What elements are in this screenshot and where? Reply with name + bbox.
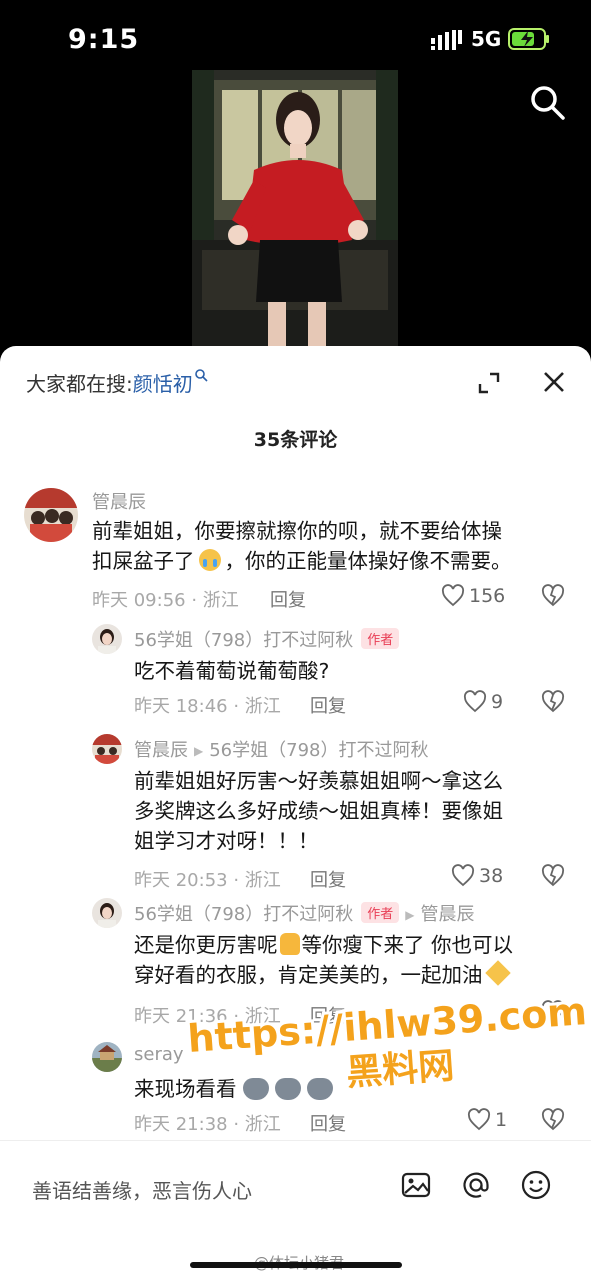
reply-to-username: 管晨辰 xyxy=(420,904,475,925)
comment-text: 还是你更厉害呢 等你瘦下来了 你也可以 穿好看的衣服，肯定美美的，一起加油 xyxy=(134,930,513,990)
status-time: 9:15 xyxy=(68,24,140,55)
comment-text: 吃不着葡萄说葡萄酸? xyxy=(134,659,330,683)
reply-button[interactable]: 回复 xyxy=(270,586,306,612)
comment-count: 35条评论 xyxy=(253,429,338,451)
heart-icon xyxy=(451,864,475,887)
like-button[interactable]: 9 xyxy=(463,690,503,714)
broken-heart-icon[interactable] xyxy=(541,1108,565,1132)
comment-text: 前辈姐姐，你要擦就擦你的呗，就不要给体操 扣屎盆子了 ，你的正能量体操好像不需要。 xyxy=(92,516,512,576)
avatar[interactable] xyxy=(92,624,122,654)
comment-text-part: 等你瘦下来了 你也可以 xyxy=(301,933,514,957)
comment-meta: 昨天 21:38 · 浙江 xyxy=(134,1114,281,1135)
thumbs-up-emoji-icon xyxy=(279,933,300,955)
avatar[interactable] xyxy=(92,898,122,928)
reply-button[interactable]: 回复 xyxy=(310,1002,346,1028)
comment-username[interactable]: 管晨辰 ▶ 56学姐（798）打不过阿秋 xyxy=(134,736,429,762)
husky-emoji-icon xyxy=(242,1078,269,1100)
comment-text-line: 多奖牌这么多好成绩～姐姐真棒！要像姐 xyxy=(134,799,503,823)
like-count: 156 xyxy=(469,585,506,607)
expand-icon[interactable] xyxy=(476,370,502,396)
broken-heart-icon[interactable] xyxy=(541,584,565,608)
comment-username[interactable]: 56学姐（798）打不过阿秋 作者 xyxy=(134,626,400,652)
comment-meta: 昨天 18:46 · 浙江 xyxy=(134,696,281,717)
comment-text-line: 前辈姐姐，你要擦就擦你的呗，就不要给体操 xyxy=(92,519,502,543)
search-icon[interactable] xyxy=(527,82,567,122)
reply-button[interactable]: 回复 xyxy=(310,866,346,892)
reply-button[interactable]: 回复 xyxy=(310,692,346,718)
trending-search-prefix: 大家都在搜: xyxy=(26,372,133,396)
network-label: 5G xyxy=(471,27,502,51)
husky-emoji-icon xyxy=(306,1078,333,1100)
comment-text-part: 还是你更厉害呢 xyxy=(134,933,278,957)
husky-emoji-icon xyxy=(274,1078,301,1100)
video-frame[interactable] xyxy=(192,70,398,350)
like-button[interactable]: 38 xyxy=(451,864,503,888)
comment-input-bar: 善语结善缘，恶言伤人心 xyxy=(0,1140,591,1230)
reply-button[interactable]: 回复 xyxy=(310,1110,346,1136)
mini-search-icon xyxy=(194,369,208,382)
comment-text-line: 扣屎盆子了 ，你的正能量体操好像不需要。 xyxy=(92,546,512,576)
comment-meta: 昨天 09:56 · 浙江 xyxy=(92,590,239,611)
reply-arrow-icon: ▶ xyxy=(194,744,204,758)
status-bar: 9:15 5G xyxy=(0,0,591,80)
author-badge: 作者 xyxy=(361,902,400,923)
broken-heart-icon[interactable] xyxy=(541,864,565,888)
heart-icon xyxy=(441,584,465,607)
trending-search-term[interactable]: 颜恬初 xyxy=(133,372,193,396)
comment-username[interactable]: seray xyxy=(134,1044,184,1065)
username-text: 56学姐（798）打不过阿秋 xyxy=(134,904,354,925)
comment-text-part: 穿好看的衣服，肯定美美的，一起加油 xyxy=(134,963,483,987)
avatar[interactable] xyxy=(24,488,78,542)
broken-heart-icon[interactable] xyxy=(541,690,565,714)
signal-icon xyxy=(431,30,462,50)
comment-text: 前辈姐姐好厉害～好羡慕姐姐啊～拿这么 多奖牌这么多好成绩～姐姐真棒！要像姐 姐学… xyxy=(134,766,503,856)
avatar[interactable] xyxy=(92,734,122,764)
broken-heart-icon[interactable] xyxy=(541,1000,565,1024)
sparkle-emoji-icon xyxy=(484,960,511,986)
like-count: 38 xyxy=(479,865,504,887)
comment-meta: 昨天 21:36 · 浙江 xyxy=(134,1006,281,1027)
comment-text-line: 姐学习才对呀！！！ xyxy=(134,829,319,853)
like-button[interactable]: 1 xyxy=(467,1108,507,1132)
emoji-icon[interactable] xyxy=(520,1169,552,1201)
like-count: 9 xyxy=(491,691,504,713)
heart-icon xyxy=(467,1108,491,1131)
username-text: 56学姐（798）打不过阿秋 xyxy=(134,630,354,651)
comment-text-part: 来现场看看 xyxy=(134,1077,237,1101)
comment-input[interactable]: 善语结善缘，恶言伤人心 xyxy=(32,1175,252,1204)
comment-username[interactable]: 管晨辰 xyxy=(92,488,146,514)
mention-icon[interactable] xyxy=(460,1169,492,1201)
trending-search[interactable]: 大家都在搜:颜恬初 xyxy=(26,368,208,397)
reply-to-username: 56学姐（798）打不过阿秋 xyxy=(209,740,429,761)
image-icon[interactable] xyxy=(400,1169,432,1201)
comment-meta: 昨天 20:53 · 浙江 xyxy=(134,870,281,891)
like-count: 1 xyxy=(495,1109,508,1131)
comment-username[interactable]: 56学姐（798）打不过阿秋 作者 ▶ 管晨辰 xyxy=(134,900,475,926)
home-indicator[interactable] xyxy=(190,1262,402,1268)
comment-text-part: 扣屎盆子了 xyxy=(92,549,195,573)
username-text: 管晨辰 xyxy=(134,740,188,761)
author-badge: 作者 xyxy=(361,628,400,649)
comment-text-line: 还是你更厉害呢 等你瘦下来了 你也可以 xyxy=(134,930,513,960)
crying-emoji-icon xyxy=(198,549,221,571)
reply-arrow-icon: ▶ xyxy=(405,908,415,922)
heart-icon xyxy=(463,690,487,713)
comment-text-part: ，你的正能量体操好像不需要。 xyxy=(224,549,512,573)
comment-text-line: 前辈姐姐好厉害～好羡慕姐姐啊～拿这么 xyxy=(134,769,503,793)
comment-text: 来现场看看 xyxy=(134,1074,333,1104)
battery-icon xyxy=(508,28,549,50)
close-icon[interactable] xyxy=(540,368,568,396)
comment-text-line: 穿好看的衣服，肯定美美的，一起加油 xyxy=(134,960,513,990)
avatar[interactable] xyxy=(92,1042,122,1072)
like-button[interactable]: 156 xyxy=(441,584,505,608)
